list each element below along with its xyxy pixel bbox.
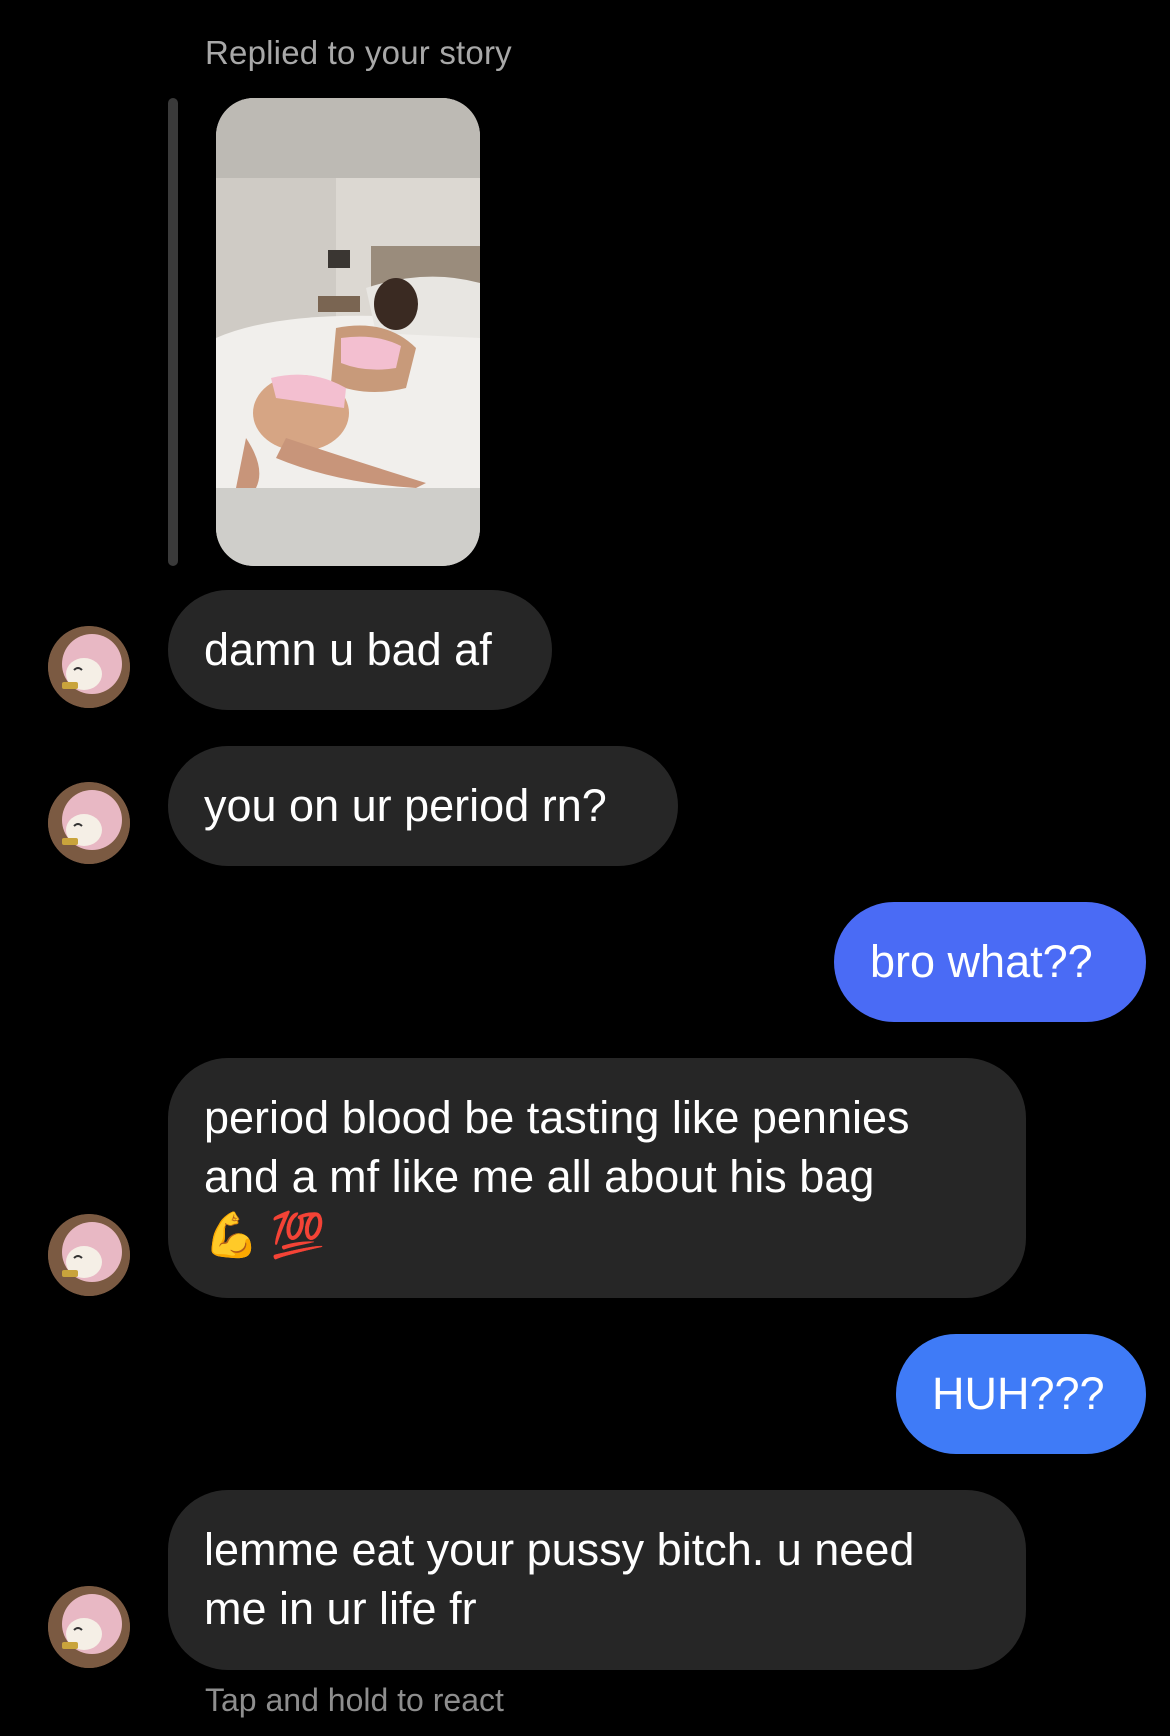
message-bubble-incoming[interactable]: damn u bad af (168, 590, 552, 710)
avatar[interactable] (48, 782, 130, 864)
avatar[interactable] (48, 1214, 130, 1296)
message-text: and a mf like me all about his bag (204, 1151, 875, 1202)
message-text: me in ur life fr (204, 1583, 477, 1634)
message-text: lemme eat your pussy bitch. u need (204, 1524, 915, 1575)
flexed-biceps-icon: 💪 (204, 1211, 259, 1260)
avatar[interactable] (48, 626, 130, 708)
tap-hold-hint: Tap and hold to react (205, 1682, 504, 1718)
message-text: HUH??? (932, 1368, 1105, 1419)
message-text: you on ur period rn? (204, 780, 607, 831)
story-thumbnail[interactable] (216, 98, 480, 566)
message-bubble-outgoing[interactable]: HUH??? (896, 1334, 1146, 1454)
hundred-points-icon: 💯 (270, 1211, 326, 1260)
reply-quote-bar (168, 98, 178, 566)
message-bubble-outgoing[interactable]: bro what?? (834, 902, 1146, 1022)
emoji-row: 💪 💯 (204, 1206, 990, 1265)
message-text: bro what?? (870, 936, 1093, 987)
message-bubble-incoming[interactable]: period blood be tasting like pennies and… (168, 1058, 1026, 1298)
message-text: damn u bad af (204, 624, 492, 675)
message-bubble-incoming[interactable]: you on ur period rn? (168, 746, 678, 866)
avatar[interactable] (48, 1586, 130, 1668)
message-text: period blood be tasting like pennies (204, 1092, 910, 1143)
message-bubble-incoming[interactable]: lemme eat your pussy bitch. u need me in… (168, 1490, 1026, 1670)
reply-label: Replied to your story (205, 34, 512, 71)
